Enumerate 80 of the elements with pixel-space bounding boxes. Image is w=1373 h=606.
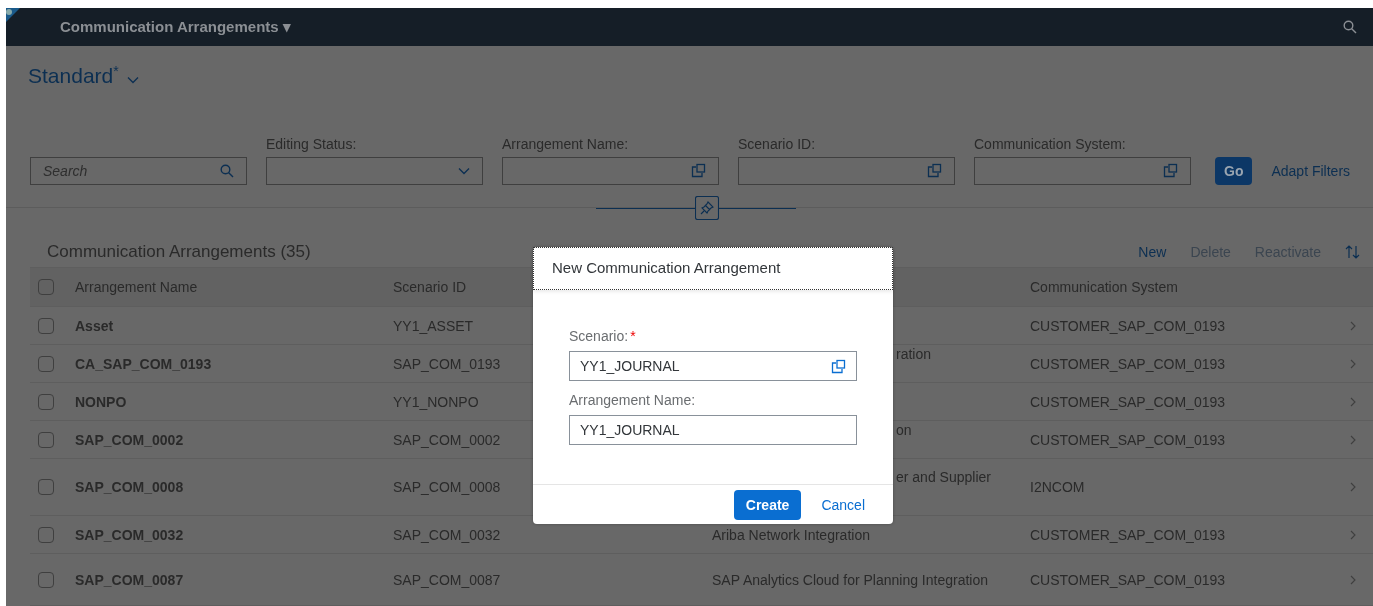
chevron-right-icon[interactable] — [1350, 358, 1356, 369]
field-label: Arrangement Name: — [569, 391, 696, 410]
filter-label: Scenario ID: — [738, 134, 817, 152]
chevron-right-icon[interactable] — [1350, 396, 1356, 407]
pin-icon[interactable] — [695, 195, 719, 220]
filter-label: Editing Status: — [266, 134, 358, 152]
chevron-right-icon[interactable] — [1350, 482, 1356, 492]
checkbox[interactable] — [38, 479, 54, 495]
table-cell: Asset — [75, 317, 114, 334]
dropdown-field[interactable] — [266, 156, 483, 185]
checkbox[interactable] — [38, 431, 54, 448]
checkbox[interactable] — [38, 393, 54, 410]
table-cell: CUSTOMER_SAP_COM_0193 — [1030, 431, 1226, 448]
table-cell: SAP_COM_0008 — [75, 479, 184, 495]
table-cell: NONPO — [75, 393, 127, 410]
checkbox[interactable] — [38, 526, 54, 543]
input-field[interactable] — [974, 156, 1191, 185]
search-placeholder: Search — [43, 161, 88, 181]
cancel-button[interactable]: Cancel — [821, 489, 865, 520]
column-header: Scenario ID — [393, 279, 467, 295]
variant-title[interactable]: Standard$^{*}$ — [28, 60, 119, 92]
create-button[interactable]: Create — [733, 489, 802, 520]
field-value: YY1_JOURNAL — [580, 421, 680, 440]
table-cell: SAP_COM_0002 — [393, 431, 501, 448]
table-cell-text: ration — [896, 344, 933, 364]
table-cell-text: SAP Analytics Cloud for Planning Integration — [712, 570, 990, 590]
table-cell: SAP_COM_0032 — [75, 526, 184, 543]
search-icon — [220, 163, 234, 178]
table-cell: YY1_ASSET — [393, 317, 474, 334]
chevron-right-icon[interactable] — [1350, 434, 1356, 445]
logo-icon — [6, 8, 20, 22]
adapt-filters-link[interactable]: Adapt Filters — [1271, 156, 1351, 185]
go-button[interactable]: Go — [1215, 156, 1253, 185]
field-label: Scenario:* — [569, 327, 636, 346]
filter-label: Communication System: — [974, 134, 1127, 152]
chevron-right-icon[interactable] — [1350, 574, 1356, 585]
chevron-down-icon — [458, 166, 470, 175]
table-cell-text: er and Supplier — [896, 468, 992, 487]
column-header: Communication System — [1030, 278, 1178, 297]
search-field[interactable]: Search — [30, 156, 247, 185]
table-cell: I2NCOM — [1030, 479, 1085, 495]
search-icon[interactable] — [1343, 20, 1357, 34]
checkbox[interactable] — [38, 279, 54, 295]
input-field[interactable]: YY1_JOURNAL — [569, 415, 857, 445]
table-cell: YY1_NONPO — [393, 393, 479, 410]
sort-icon[interactable] — [1345, 243, 1361, 260]
table-cell: SAP_COM_0087 — [393, 571, 501, 588]
table-cell: CUSTOMER_SAP_COM_0193 — [1030, 317, 1226, 334]
app-title[interactable]: Communication Arrangements ▾ — [60, 15, 291, 39]
checkbox[interactable] — [38, 571, 54, 588]
table-cell: CUSTOMER_SAP_COM_0193 — [1030, 571, 1226, 588]
value-help-icon[interactable] — [831, 358, 846, 374]
table-cell: SAP_COM_0087 — [75, 571, 184, 588]
table-cell: SAP_COM_0193 — [393, 355, 501, 372]
field-value: YY1_JOURNAL — [580, 357, 680, 376]
table-cell: CUSTOMER_SAP_COM_0193 — [1030, 393, 1226, 410]
column-header: Arrangement Name — [75, 279, 198, 295]
toolbar-button[interactable]: New — [1138, 241, 1167, 262]
checkbox[interactable] — [38, 317, 54, 334]
checkbox[interactable] — [38, 355, 54, 372]
value-help-icon[interactable] — [1163, 163, 1178, 178]
table-cell: SAP_COM_0032 — [393, 526, 501, 543]
input-field[interactable] — [738, 156, 955, 185]
dialog-title: New Communication Arrangement — [533, 247, 893, 290]
value-help-icon[interactable] — [691, 163, 706, 178]
chevron-right-icon[interactable] — [1350, 320, 1356, 331]
input-field[interactable] — [502, 156, 719, 185]
value-help-icon[interactable] — [927, 163, 942, 178]
table-cell: SAP_COM_0008 — [393, 479, 501, 495]
input-field[interactable]: YY1_JOURNAL — [569, 351, 857, 381]
table-cell-text: on — [896, 420, 913, 440]
chevron-right-icon[interactable] — [1350, 529, 1356, 540]
table-cell-text: Ariba Network Integration — [712, 525, 871, 545]
filter-label: Arrangement Name: — [502, 134, 630, 152]
table-cell: CA_SAP_COM_0193 — [75, 355, 212, 372]
chevron-down-icon[interactable] — [126, 75, 139, 84]
table-cell: CUSTOMER_SAP_COM_0193 — [1030, 526, 1226, 543]
table-title: Communication Arrangements (35) — [47, 241, 311, 263]
table-cell: SAP_COM_0002 — [75, 431, 184, 448]
table-cell: CUSTOMER_SAP_COM_0193 — [1030, 355, 1226, 372]
